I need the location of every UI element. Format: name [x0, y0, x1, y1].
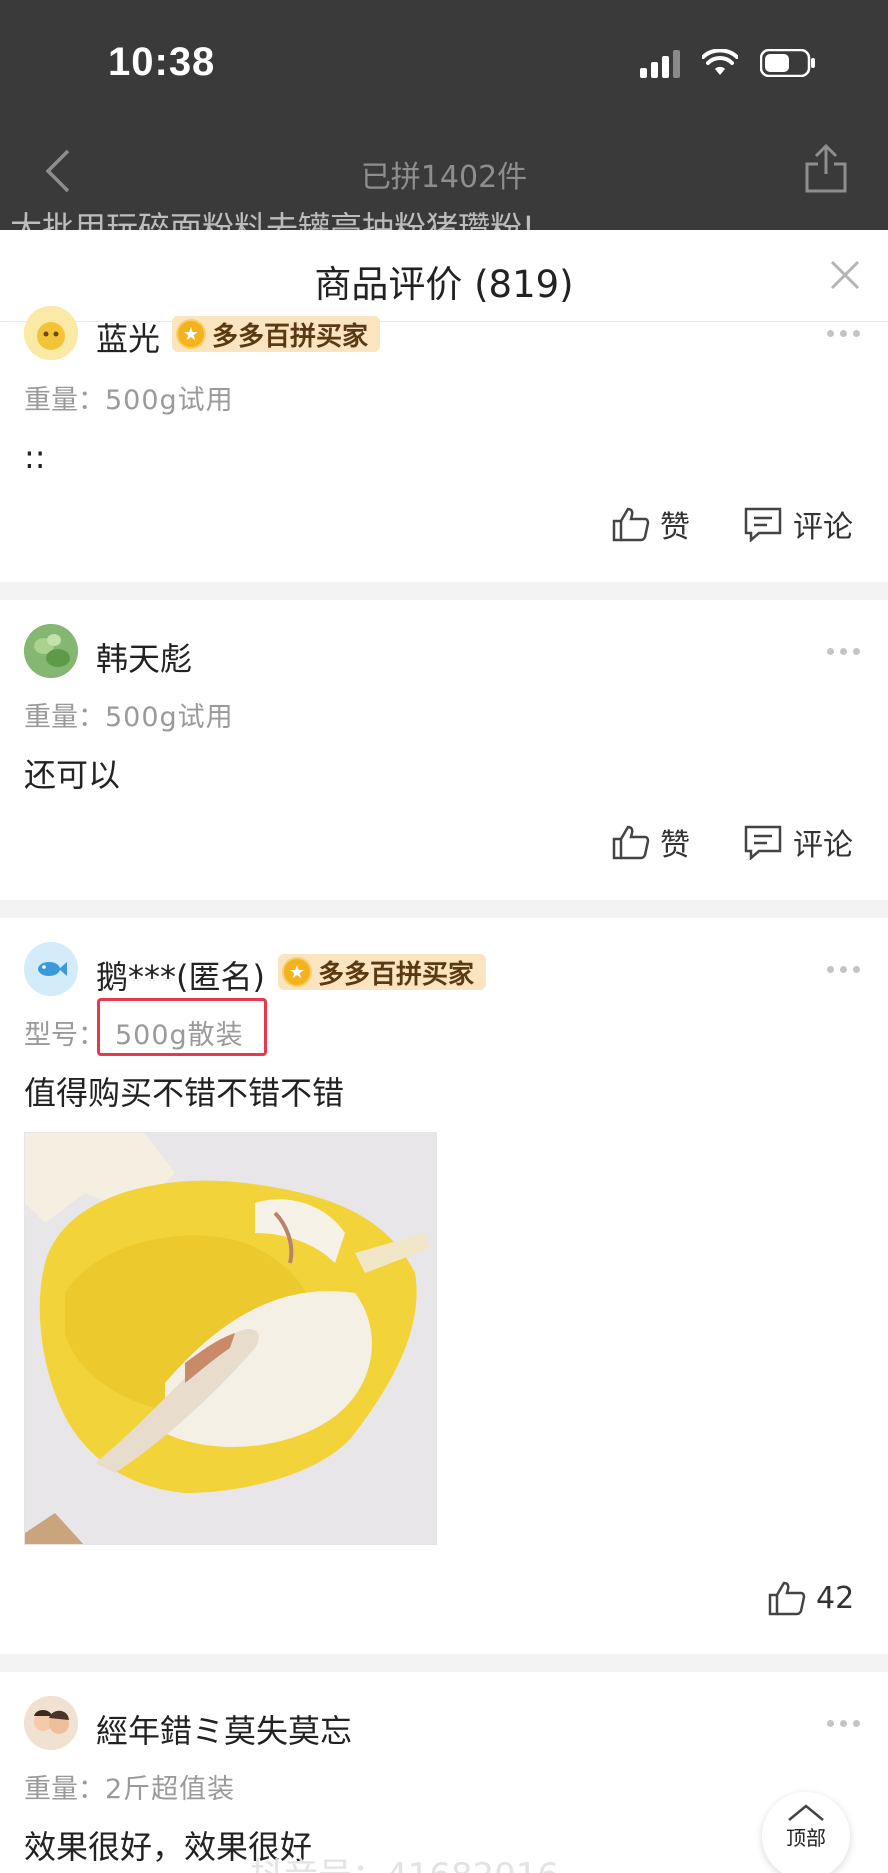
- spec-value: 2斤超值装: [105, 1774, 236, 1805]
- star-medal-icon: ★: [176, 319, 206, 349]
- comment-icon: [744, 825, 782, 860]
- spec-line: 重量：2斤超值装: [24, 1767, 235, 1806]
- avatar[interactable]: [24, 1696, 78, 1750]
- like-count: 42: [816, 1580, 855, 1616]
- battery-icon: [760, 49, 816, 77]
- reviewer-name: 蓝光: [96, 320, 161, 358]
- review-item: 韩天彪 重量：500g试用 还可以 赞 评论: [0, 600, 888, 900]
- reviewer-name: 韩天彪: [96, 640, 193, 678]
- back-to-top-button[interactable]: 顶部: [762, 1792, 850, 1873]
- spec-key: 型号：: [24, 1020, 105, 1051]
- chevron-up-icon: [788, 1804, 824, 1821]
- comment-label: 评论: [793, 828, 853, 863]
- reviews-sheet: 商品评价 (819) 蓝光 ★ 多多百拼买家 重量：500g试用:: 赞 评论…: [0, 230, 888, 1873]
- watermark: 抖音号：41682016: [250, 1848, 559, 1873]
- like-button[interactable]: 赞: [612, 820, 690, 864]
- review-list: 蓝光 ★ 多多百拼买家 重量：500g试用 :: 赞 评论 韩天彪 重量：500…: [0, 306, 888, 1873]
- spec-line: 重量：500g试用: [24, 378, 234, 417]
- spec-line: 重量：500g试用: [24, 695, 234, 734]
- review-text: 还可以: [24, 756, 121, 794]
- review-text: ::: [24, 438, 46, 476]
- like-label: 赞: [660, 510, 690, 545]
- review-item: 經年錯ミ莫失莫忘 重量：2斤超值装 效果很好，效果很好: [0, 1672, 888, 1873]
- buyer-badge: ★ 多多百拼买家: [278, 954, 487, 990]
- status-time: 10:38: [108, 40, 216, 84]
- spec-value: 500g试用: [105, 702, 234, 733]
- share-icon[interactable]: [804, 143, 848, 198]
- comment-icon: [744, 507, 782, 542]
- spec-key: 重量：: [24, 1774, 105, 1805]
- thumbs-up-icon: [612, 825, 650, 860]
- buyer-badge: ★ 多多百拼买家: [172, 316, 381, 352]
- spec-key: 重量：: [24, 702, 105, 733]
- comment-button[interactable]: 评论: [743, 502, 853, 546]
- like-label: 赞: [660, 828, 690, 863]
- star-medal-icon: ★: [282, 957, 312, 987]
- divider: [0, 582, 888, 600]
- background-product-title: 大批用玩碎面粉料去罐亮抽粉猪瓒粉!: [10, 212, 535, 232]
- background-page-title: 已拼1402件: [360, 160, 528, 195]
- review-photo[interactable]: [24, 1132, 437, 1545]
- sheet-header: 商品评价 (819): [0, 230, 888, 322]
- spec-highlight-box: [97, 998, 267, 1056]
- badge-label: 多多百拼买家: [212, 321, 369, 352]
- avatar[interactable]: [24, 624, 78, 678]
- like-button[interactable]: 42: [768, 1580, 854, 1616]
- reviewer-name: 經年錯ミ莫失莫忘: [96, 1712, 353, 1750]
- wifi-icon: [702, 49, 738, 77]
- back-to-top-label: 顶部: [786, 1826, 826, 1850]
- review-item: 蓝光 ★ 多多百拼买家 重量：500g试用 :: 赞 评论: [0, 306, 888, 582]
- sheet-title: 商品评价 (819): [314, 263, 574, 306]
- avatar[interactable]: [24, 942, 78, 996]
- more-icon[interactable]: [827, 330, 860, 337]
- comment-button[interactable]: 评论: [743, 820, 853, 864]
- status-icons: [640, 48, 816, 78]
- avatar[interactable]: [24, 306, 78, 360]
- status-bar: 10:38: [0, 0, 888, 120]
- like-button[interactable]: 赞: [612, 502, 690, 546]
- reviewer-name: 鹅***(匿名): [96, 958, 265, 996]
- background-page: 10:38 已拼1402件 大批用玩碎面粉料去罐亮抽粉猪瓒粉!: [0, 0, 888, 232]
- comment-label: 评论: [793, 510, 853, 545]
- spec-key: 重量：: [24, 385, 105, 416]
- close-icon[interactable]: [830, 260, 860, 294]
- cellular-signal-icon: [640, 48, 680, 78]
- badge-label: 多多百拼买家: [318, 959, 475, 990]
- divider: [0, 1654, 888, 1672]
- thumbs-up-icon: [612, 507, 650, 542]
- thumbs-up-icon: [768, 1581, 806, 1616]
- more-icon[interactable]: [827, 966, 860, 973]
- background-nav-bar: 已拼1402件: [0, 130, 888, 210]
- review-item: 鹅***(匿名) ★ 多多百拼买家 型号：500g散装 值得购买不错不错不错: [0, 918, 888, 1654]
- review-text: 值得购买不错不错不错: [24, 1074, 345, 1112]
- spec-value: 500g试用: [105, 385, 234, 416]
- more-icon[interactable]: [827, 1720, 860, 1727]
- divider: [0, 900, 888, 918]
- more-icon[interactable]: [827, 648, 860, 655]
